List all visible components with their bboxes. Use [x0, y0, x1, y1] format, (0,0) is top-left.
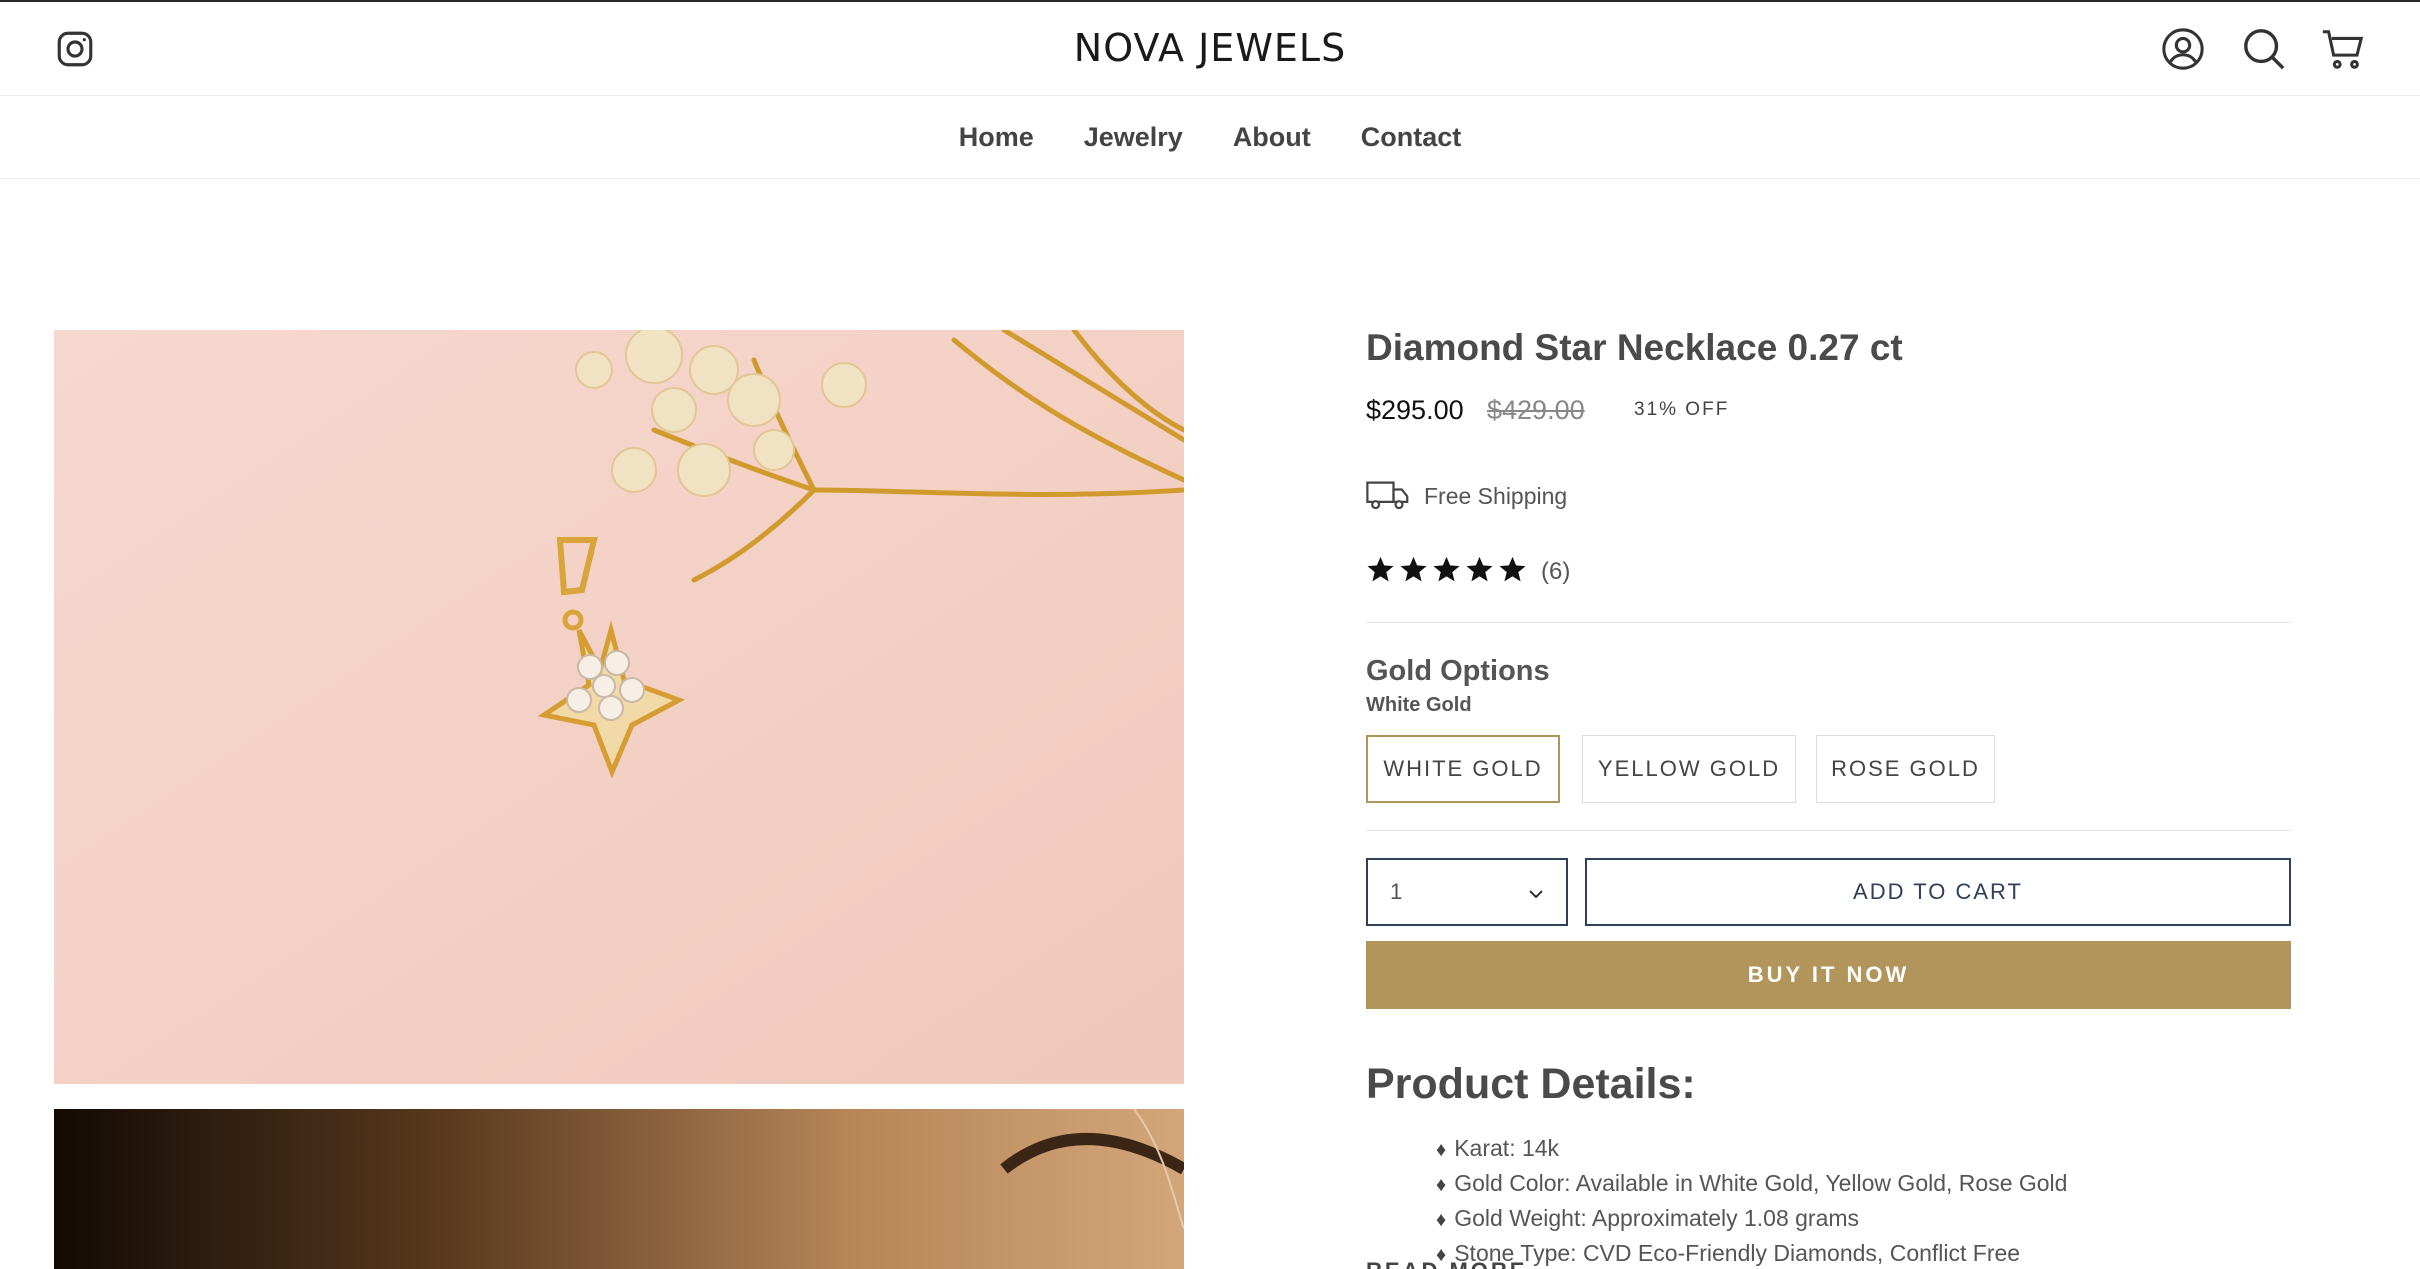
list-item: ♦ Gold Color: Available in White Gold, Ye… — [1436, 1170, 2068, 1196]
quantity-value: 1 — [1390, 879, 1403, 904]
add-to-cart-button[interactable]: ADD TO CART — [1585, 858, 2291, 926]
compare-at-price: $429.00 — [1487, 395, 1585, 425]
quantity-select[interactable]: 1 — [1366, 858, 1568, 926]
truck-icon — [1366, 481, 1409, 510]
nav-item-jewelry[interactable]: Jewelry — [1084, 122, 1183, 153]
option-white-gold[interactable]: WHITE GOLD — [1366, 735, 1560, 803]
product-price: $295.00 — [1366, 395, 1464, 425]
divider — [1366, 622, 2291, 623]
divider — [1366, 830, 2291, 831]
list-item: ♦ Gold Weight: Approximately 1.08 grams — [1436, 1205, 1860, 1231]
site-header: NOVA JEWELS — [0, 2, 2420, 96]
details-heading: Product Details: — [1366, 1060, 1696, 1108]
cart-icon[interactable] — [2320, 26, 2366, 72]
star-icon — [1466, 556, 1493, 582]
star-icon — [1367, 556, 1394, 582]
nav-item-home[interactable]: Home — [959, 122, 1034, 153]
option-rose-gold[interactable]: ROSE GOLD — [1816, 735, 1995, 803]
main-nav: Home Jewelry About Contact — [0, 96, 2420, 179]
site-logo[interactable]: NOVA JEWELS — [0, 26, 2420, 70]
rating-stars[interactable] — [1366, 555, 1527, 584]
product-page: NOVA JEWELS Home Jewelry About Contact D… — [0, 0, 2420, 1269]
option-title: Gold Options — [1366, 655, 1550, 687]
list-item: ♦ Stone Type: CVD Eco-Friendly Diamonds, … — [1436, 1240, 2021, 1266]
option-yellow-gold[interactable]: YELLOW GOLD — [1582, 735, 1796, 803]
discount-badge: 31% OFF — [1634, 399, 1730, 420]
search-icon[interactable] — [2241, 26, 2287, 72]
selected-option-label: White Gold — [1366, 694, 1472, 716]
star-icon — [1433, 556, 1460, 582]
buy-now-button[interactable]: BUY IT NOW — [1366, 941, 2291, 1009]
account-icon[interactable] — [2160, 26, 2206, 72]
diamond-bullet-icon: ♦ — [1436, 1209, 1447, 1231]
nav-item-about[interactable]: About — [1233, 122, 1311, 153]
star-icon — [1499, 556, 1526, 582]
chevron-down-icon — [1529, 890, 1543, 899]
star-icon — [1400, 556, 1427, 582]
shipping-label: Free Shipping — [1424, 483, 1568, 509]
diamond-bullet-icon: ♦ — [1436, 1139, 1447, 1161]
details-list: ♦ Karat: 14k ♦ Gold Color: Available in Wh… — [1436, 1132, 2067, 1269]
read-more-link[interactable]: READ MORE — [1366, 1258, 1527, 1269]
review-count[interactable]: (6) — [1541, 558, 1570, 586]
nav-item-contact[interactable]: Contact — [1361, 122, 1462, 153]
list-item: ♦ Karat: 14k — [1436, 1135, 1560, 1161]
product-image-secondary[interactable] — [54, 1109, 1184, 1269]
diamond-bullet-icon: ♦ — [1436, 1174, 1447, 1196]
product-image-main[interactable] — [54, 330, 1184, 1084]
product-title: Diamond Star Necklace 0.27 ct — [1366, 327, 1903, 368]
